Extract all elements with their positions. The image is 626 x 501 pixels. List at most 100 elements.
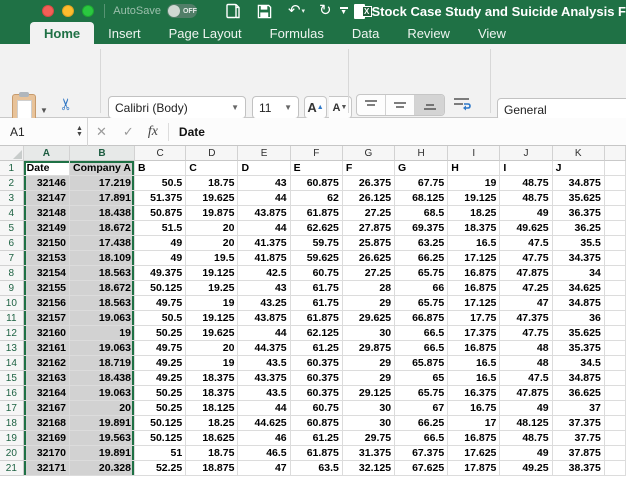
cell[interactable]: 17.875: [448, 461, 501, 476]
cell[interactable]: 52.25: [134, 461, 187, 476]
align-top-button[interactable]: [357, 95, 386, 115]
cell[interactable]: [604, 281, 626, 296]
cell[interactable]: 47.875: [500, 386, 553, 401]
select-all-corner[interactable]: [0, 146, 24, 161]
row-header[interactable]: 9: [0, 281, 24, 296]
cell[interactable]: 29: [342, 371, 396, 386]
cell[interactable]: 36.625: [552, 386, 605, 401]
cell[interactable]: 17.438: [70, 236, 135, 251]
row-header[interactable]: 6: [0, 236, 24, 251]
cell[interactable]: 27.25: [342, 266, 396, 281]
cell[interactable]: 66.5: [395, 341, 449, 356]
redo-button[interactable]: ↻: [319, 1, 332, 21]
cell[interactable]: 32164: [23, 386, 71, 401]
cell[interactable]: 46: [238, 431, 291, 446]
align-middle-button[interactable]: [386, 95, 415, 115]
cell[interactable]: 47: [238, 461, 291, 476]
cell[interactable]: 37.75: [552, 431, 605, 446]
cell[interactable]: 34.875: [552, 371, 605, 386]
tab-review[interactable]: Review: [393, 22, 464, 44]
cell[interactable]: 43.875: [238, 311, 291, 326]
font-name-dropdown[interactable]: Calibri (Body) ▼: [108, 96, 246, 119]
zoom-window-button[interactable]: [82, 5, 94, 17]
cell[interactable]: 37.375: [552, 416, 605, 431]
cell[interactable]: 36.375: [552, 206, 605, 221]
cell[interactable]: [604, 296, 626, 311]
cell[interactable]: 48.75: [500, 191, 553, 206]
cell[interactable]: 32168: [23, 416, 71, 431]
cell[interactable]: 44: [238, 401, 291, 416]
cell[interactable]: 43: [238, 281, 291, 296]
cell[interactable]: 18.438: [70, 206, 135, 221]
cell[interactable]: 42.5: [238, 266, 291, 281]
cell[interactable]: 41.875: [238, 251, 291, 266]
cell[interactable]: 18.375: [186, 371, 239, 386]
cell[interactable]: 47.75: [500, 326, 553, 341]
cell[interactable]: 17.219: [70, 176, 135, 191]
cell[interactable]: 18.109: [70, 251, 135, 266]
cell[interactable]: [604, 371, 626, 386]
cell[interactable]: 47.5: [500, 236, 553, 251]
paste-dropdown-caret[interactable]: ▼: [40, 106, 48, 115]
cell[interactable]: 49.75: [134, 296, 187, 311]
cell[interactable]: 19: [186, 356, 239, 371]
cell[interactable]: 20.328: [70, 461, 135, 476]
row-header[interactable]: 3: [0, 191, 24, 206]
cell[interactable]: 35.625: [552, 326, 605, 341]
row-header[interactable]: 20: [0, 446, 24, 461]
cell[interactable]: 29.625: [342, 311, 396, 326]
cell[interactable]: 63.25: [395, 236, 449, 251]
cell[interactable]: 49.625: [500, 221, 553, 236]
cell[interactable]: 61.875: [290, 311, 343, 326]
cell[interactable]: [604, 356, 626, 371]
cell[interactable]: 51.375: [134, 191, 187, 206]
cell[interactable]: Company A: [70, 161, 135, 176]
cell[interactable]: 19.891: [70, 416, 135, 431]
cell[interactable]: 50.25: [134, 386, 187, 401]
cell[interactable]: 32162: [23, 356, 71, 371]
column-header[interactable]: K: [552, 146, 605, 161]
minimize-window-button[interactable]: [62, 5, 74, 17]
cell[interactable]: 19.5: [186, 251, 239, 266]
cell[interactable]: 62: [290, 191, 343, 206]
cell[interactable]: 65.75: [395, 386, 449, 401]
cell[interactable]: 29.875: [342, 341, 396, 356]
cell[interactable]: 49: [500, 401, 553, 416]
cell[interactable]: 35.5: [552, 236, 605, 251]
cell[interactable]: 66.25: [395, 416, 449, 431]
cell[interactable]: D: [238, 161, 291, 176]
cell[interactable]: 50.125: [134, 416, 187, 431]
cell[interactable]: 38.375: [552, 461, 605, 476]
align-bottom-button[interactable]: [415, 95, 444, 115]
enter-icon[interactable]: ✓: [123, 124, 134, 140]
customize-toolbar-button[interactable]: ▼: [339, 7, 348, 16]
cell[interactable]: 61.25: [290, 341, 343, 356]
cell[interactable]: 49.25: [134, 356, 187, 371]
cell[interactable]: [604, 176, 626, 191]
cell[interactable]: 50.5: [134, 311, 187, 326]
cell[interactable]: 35.625: [552, 191, 605, 206]
cell[interactable]: 17: [448, 416, 501, 431]
tab-insert[interactable]: Insert: [94, 22, 155, 44]
cell[interactable]: 60.375: [290, 356, 343, 371]
row-header[interactable]: 4: [0, 206, 24, 221]
cell[interactable]: 32157: [23, 311, 71, 326]
cell[interactable]: [604, 416, 626, 431]
cell[interactable]: [604, 461, 626, 476]
cell[interactable]: 51: [134, 446, 187, 461]
cell[interactable]: H: [448, 161, 501, 176]
cell[interactable]: [604, 431, 626, 446]
cell[interactable]: 17.375: [448, 326, 501, 341]
row-header[interactable]: 19: [0, 431, 24, 446]
cell[interactable]: [604, 161, 626, 176]
cell[interactable]: 60.75: [290, 401, 343, 416]
cell[interactable]: 16.875: [448, 341, 501, 356]
cell[interactable]: 65.75: [395, 296, 449, 311]
cell[interactable]: 32148: [23, 206, 71, 221]
cancel-icon[interactable]: ✕: [96, 124, 107, 140]
cell[interactable]: 20: [186, 236, 239, 251]
cell[interactable]: 49: [134, 236, 187, 251]
cell[interactable]: 50.125: [134, 431, 187, 446]
column-header[interactable]: G: [342, 146, 396, 161]
column-header[interactable]: B: [70, 146, 135, 161]
